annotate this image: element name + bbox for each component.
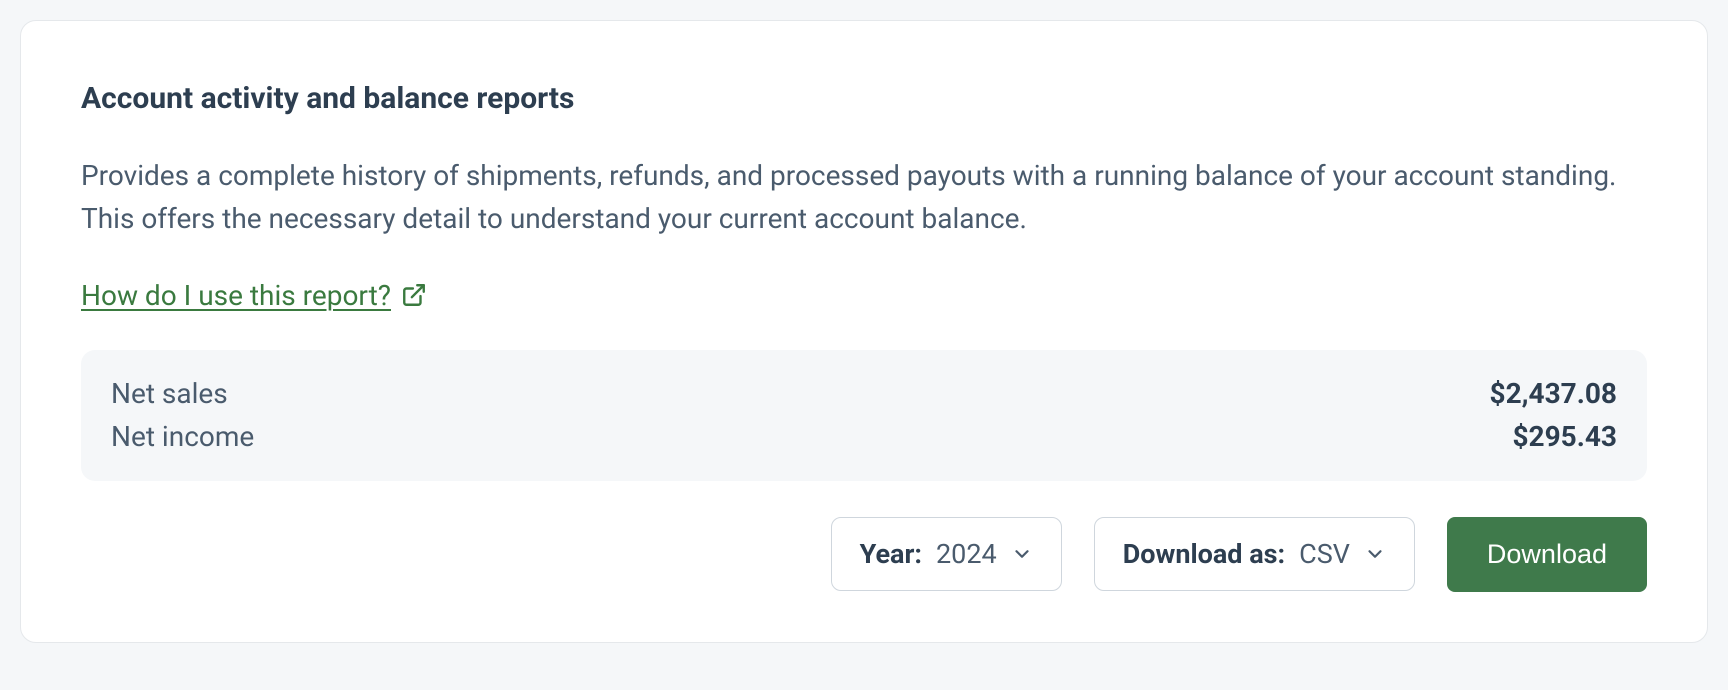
year-dropdown-value: 2024	[936, 538, 997, 570]
stats-box: Net sales $2,437.08 Net income $295.43	[81, 350, 1647, 481]
year-dropdown[interactable]: Year: 2024	[831, 517, 1062, 591]
controls-row: Year: 2024 Download as: CSV Download	[81, 517, 1647, 592]
report-card: Account activity and balance reports Pro…	[20, 20, 1708, 643]
stat-label-net-income: Net income	[111, 415, 254, 458]
chevron-down-icon	[1364, 543, 1386, 565]
format-dropdown[interactable]: Download as: CSV	[1094, 517, 1415, 591]
format-dropdown-value: CSV	[1299, 538, 1350, 570]
help-link[interactable]: How do I use this report?	[81, 279, 427, 312]
help-link-text: How do I use this report?	[81, 279, 391, 312]
format-dropdown-label: Download as:	[1123, 538, 1285, 570]
stat-value-net-income: $295.43	[1512, 415, 1617, 458]
year-dropdown-label: Year:	[860, 538, 922, 570]
stat-value-net-sales: $2,437.08	[1490, 372, 1617, 415]
chevron-down-icon	[1011, 543, 1033, 565]
external-link-icon	[401, 282, 427, 308]
card-title: Account activity and balance reports	[81, 81, 1647, 116]
stat-label-net-sales: Net sales	[111, 372, 228, 415]
stat-row-net-income: Net income $295.43	[111, 415, 1617, 458]
card-description: Provides a complete history of shipments…	[81, 154, 1647, 241]
download-button[interactable]: Download	[1447, 517, 1647, 592]
stat-row-net-sales: Net sales $2,437.08	[111, 372, 1617, 415]
